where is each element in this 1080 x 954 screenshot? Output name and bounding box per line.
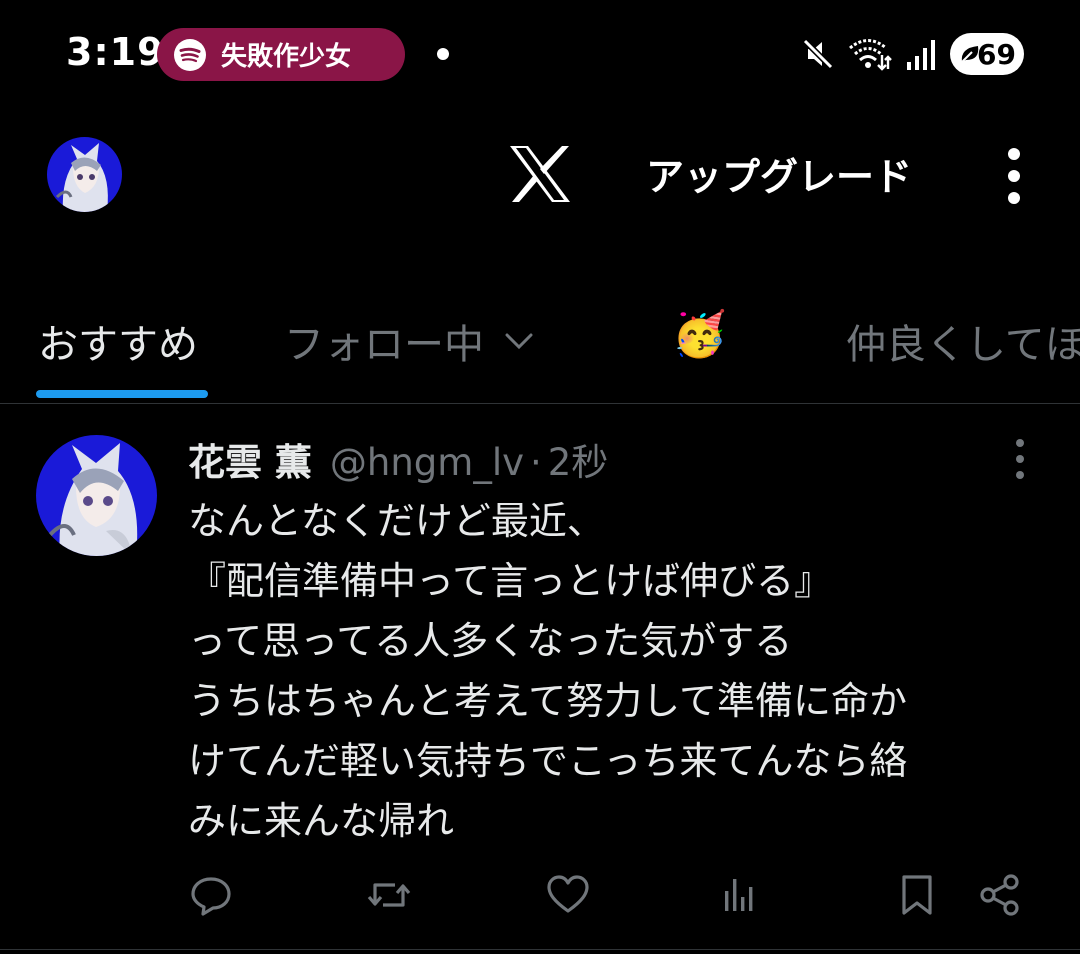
bookmark-icon: [902, 875, 932, 915]
battery-indicator: 69: [950, 33, 1024, 75]
tab-for-you[interactable]: おすすめ: [38, 312, 198, 370]
post-actions: [0, 870, 1080, 930]
battery-level: 69: [977, 37, 1016, 71]
post-text-line: うちはちゃんと考えて努力して準備に命か: [188, 679, 907, 723]
post-timestamp[interactable]: 2秒: [548, 432, 609, 486]
post-text-line: 『配信準備中って言っとけば伸びる』: [188, 559, 833, 603]
views-icon: [725, 879, 753, 911]
bookmark-button[interactable]: [892, 870, 942, 920]
mute-icon: [802, 38, 834, 70]
post-header: 花雲 薫 @hngm_lv · 2秒: [188, 432, 608, 486]
author-handle[interactable]: @hngm_lv: [330, 441, 524, 484]
account-avatar[interactable]: [47, 137, 122, 212]
author-display-name[interactable]: 花雲 薫: [188, 432, 312, 486]
upgrade-button[interactable]: アップグレード: [640, 152, 918, 202]
post-text-line: なんとなくだけど最近、: [188, 499, 605, 543]
active-tab-indicator: [36, 390, 208, 398]
tab-friends-list[interactable]: 仲良くしてほ: [846, 312, 1080, 370]
notification-dot: [437, 48, 449, 60]
media-notification-pill[interactable]: 失敗作少女: [157, 28, 405, 81]
repost-button[interactable]: [364, 870, 414, 920]
status-clock: 3:19: [66, 30, 165, 74]
share-button[interactable]: [975, 870, 1025, 920]
signal-icon: [907, 40, 935, 70]
chevron-down-icon: [505, 333, 533, 350]
share-icon: [980, 874, 1019, 916]
tab-party-emoji[interactable]: 🥳: [672, 308, 727, 360]
wifi-icon: [849, 39, 892, 71]
author-avatar[interactable]: [36, 435, 157, 556]
x-logo-icon[interactable]: [508, 144, 572, 204]
spotify-icon: [174, 38, 206, 71]
repost-icon: [367, 883, 411, 907]
post-text: なんとなくだけど最近、 『配信準備中って言っとけば伸びる』 って思ってる人多くな…: [188, 491, 1048, 851]
header-separator: ·: [530, 441, 542, 484]
post-more-icon[interactable]: [1012, 439, 1028, 479]
status-bar: 3:19 失敗作少女 69: [0, 0, 1080, 110]
post-text-line: けてんだ軽い気持ちでこっち来てんなら絡: [188, 739, 908, 783]
avatar-image: [36, 435, 157, 556]
post-text-line: って思ってる人多くなった気がする: [188, 619, 793, 663]
tab-following[interactable]: フォロー中: [284, 312, 534, 370]
battery-saver-icon: [961, 46, 979, 63]
like-button[interactable]: [543, 870, 593, 920]
tab-following-label: フォロー中: [284, 322, 484, 368]
like-icon: [547, 875, 589, 913]
post-text-line: みに来んな帰れ: [188, 799, 455, 843]
views-button[interactable]: [713, 870, 763, 920]
reply-icon: [191, 877, 231, 916]
media-title: 失敗作少女: [221, 42, 352, 72]
top-app-bar: アップグレード: [0, 110, 1080, 250]
avatar-image: [47, 137, 122, 212]
more-vertical-icon[interactable]: [996, 144, 1032, 208]
timeline-tabs: おすすめ フォロー中 🥳 仲良くしてほ: [0, 290, 1080, 404]
status-icons: 69: [802, 32, 1024, 76]
reply-button[interactable]: [186, 870, 236, 920]
post[interactable]: 花雲 薫 @hngm_lv · 2秒 なんとなくだけど最近、 『配信準備中って言…: [0, 405, 1080, 950]
